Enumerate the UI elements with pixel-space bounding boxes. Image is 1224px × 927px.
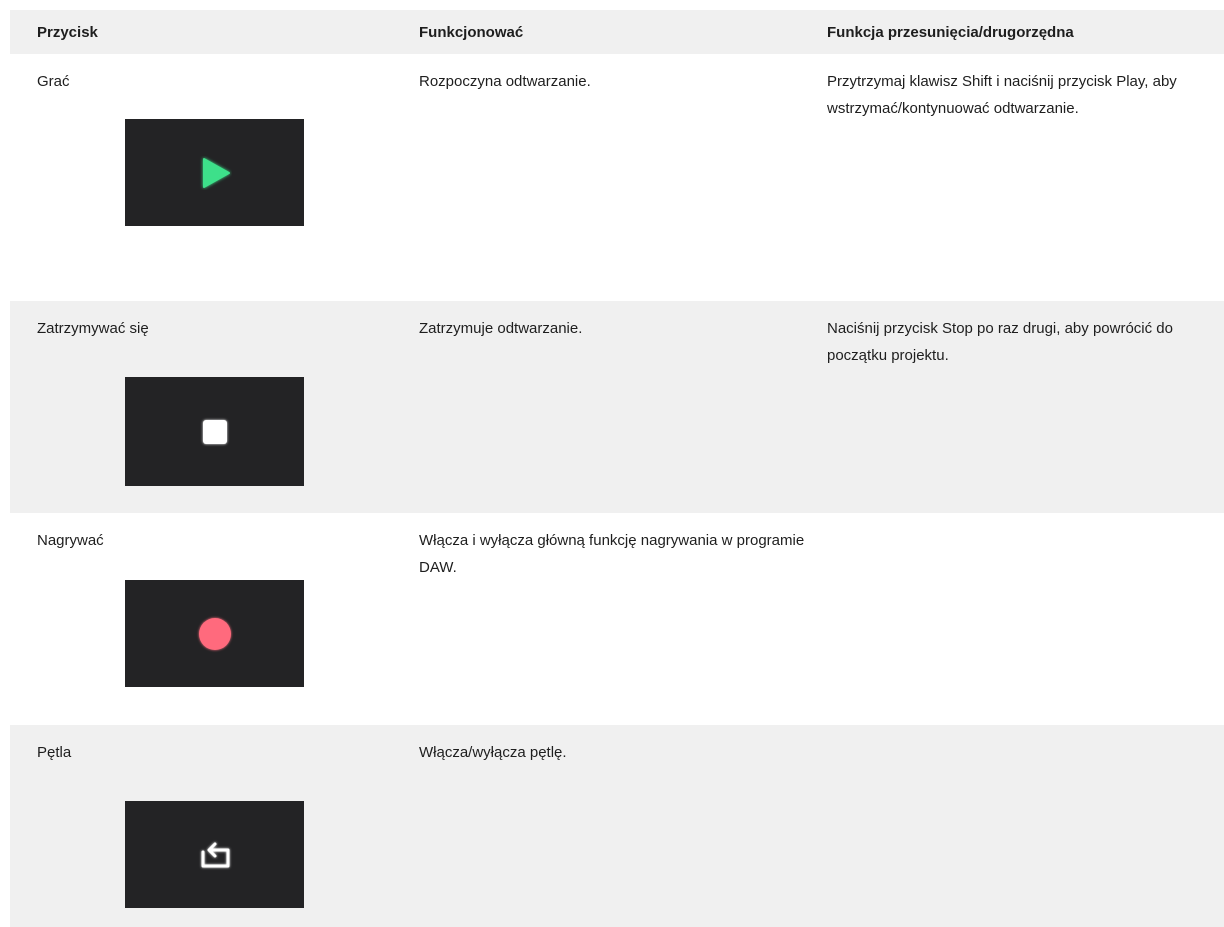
shift-function-text: Przytrzymaj klawisz Shift i naciśnij prz…: [827, 73, 1177, 117]
header-button: Przycisk: [37, 23, 98, 41]
record-button-photo: [125, 580, 304, 687]
table-row: Nagrywać Włącza i wyłącza główną funkcję…: [10, 513, 1224, 725]
shift-function-text: Naciśnij przycisk Stop po raz drugi, aby…: [827, 320, 1173, 364]
header-function: Funkcjonować: [419, 23, 524, 41]
table-row: Pętla Włącza/wyłącza pętlę.: [10, 725, 1224, 927]
header-shift-function: Funkcja przesunięcia/drugorzędna: [827, 23, 1074, 41]
transport-buttons-table: Przycisk Funkcjonować Funkcja przesunięc…: [10, 10, 1224, 927]
button-name: Pętla: [37, 744, 72, 761]
table-row: Grać Rozpoczyna odtwarzanie. Przytrzymaj…: [10, 54, 1224, 301]
record-icon: [198, 617, 231, 650]
button-name: Nagrywać: [37, 532, 104, 549]
function-text: Rozpoczyna odtwarzanie.: [419, 73, 591, 90]
button-name: Grać: [37, 73, 70, 90]
table-header: Przycisk Funkcjonować Funkcja przesunięc…: [10, 10, 1224, 54]
function-text: Włącza i wyłącza główną funkcję nagrywan…: [419, 532, 805, 576]
function-text: Zatrzymuje odtwarzanie.: [419, 320, 583, 337]
play-icon: [202, 157, 230, 188]
function-text: Włącza/wyłącza pętlę.: [419, 744, 567, 761]
table-row: Zatrzymywać się Zatrzymuje odtwarzanie. …: [10, 301, 1224, 513]
stop-button-photo: [125, 377, 304, 486]
button-name: Zatrzymywać się: [37, 320, 149, 337]
loop-icon: [201, 842, 229, 867]
stop-icon: [202, 419, 227, 444]
play-button-photo: [125, 119, 304, 226]
